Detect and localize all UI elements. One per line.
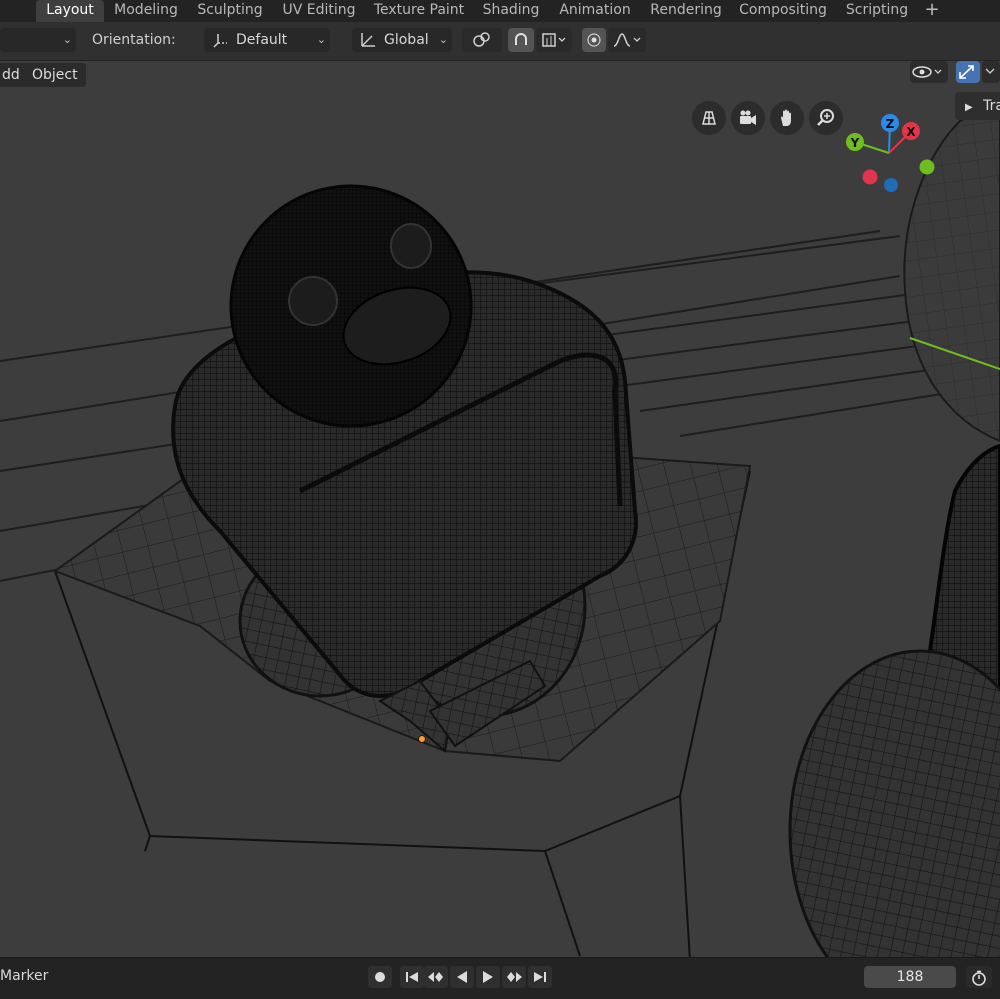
snap-target-dropdown[interactable] [536,28,572,52]
tab-compositing[interactable]: Compositing [734,0,832,22]
magnifier-zoom-icon [817,109,834,126]
right-eye-mesh [390,223,432,269]
chevron-down-icon: ⌄ [316,33,326,46]
next-keyframe-icon [507,972,522,982]
tab-layout[interactable]: Layout [36,0,104,22]
record-button[interactable] [368,966,392,988]
gizmo-toggle[interactable] [956,61,980,83]
gizmo-x-label: X [906,125,916,139]
pivot-point-icon [473,32,490,47]
gizmo-z-label: Z [886,117,895,131]
global-axes-icon [361,33,375,47]
chevron-down-icon: ⌄ [62,33,72,46]
snap-toggle-button[interactable] [508,28,534,52]
zoom-view-button[interactable] [809,101,843,135]
gizmo-y-label: Y [850,136,860,150]
gizmo-neg-x-axis[interactable] [862,169,878,185]
camera-view-button[interactable] [731,101,765,135]
current-frame-field[interactable]: 188 [864,966,956,988]
jump-start-icon [406,972,418,982]
orientation-axes-icon [213,34,227,48]
tab-sculpting[interactable]: Sculpting [190,0,270,22]
pivot-point-button[interactable] [462,28,502,52]
left-eye-mesh [288,276,338,326]
sidebar-tab-label: Tra [983,98,1000,114]
orientation-value: Default [236,32,288,48]
play-reverse-icon [457,971,467,983]
triangle-right-icon: ▶ [965,102,973,113]
toggle-perspective-button[interactable] [692,101,726,135]
add-workspace-icon[interactable]: + [920,0,944,22]
stopwatch-icon [972,970,986,986]
timeline-bar: Marker 188 [0,957,1000,999]
gizmo-neg-y-axis[interactable] [919,159,935,175]
orientation-label: Orientation: [92,32,176,48]
chevron-down-icon [985,68,995,74]
falloff-curve-icon [613,33,641,47]
hand-icon [781,109,791,126]
tab-animation[interactable]: Animation [552,0,638,22]
play-reverse-button[interactable] [450,966,474,988]
visibility-dropdown[interactable] [910,61,948,83]
proportional-edit-toggle[interactable] [582,28,606,52]
3d-viewport[interactable]: dd Object ▶ Tra Z X Y [0,61,1000,957]
second-limb-mesh [788,649,1000,957]
record-icon [375,972,385,982]
gizmo-icon [959,65,974,79]
transform-space-value: Global [384,32,429,48]
play-icon [483,971,493,983]
prev-keyframe-icon [428,972,443,982]
navigation-gizmo[interactable]: Z X Y [840,109,940,199]
viewport-header: ⌄ Orientation: Default ⌄ Global ⌄ [0,22,1000,61]
falloff-dropdown[interactable] [608,28,646,52]
tab-rendering[interactable]: Rendering [644,0,728,22]
magnet-icon [515,33,527,45]
tab-texture-paint[interactable]: Texture Paint [368,0,470,22]
prev-keyframe-button[interactable] [424,966,448,988]
gizmo-dropdown[interactable] [982,61,1000,83]
proportional-edit-icon [587,33,601,47]
object-menu[interactable]: Object [24,63,86,87]
tab-modeling[interactable]: Modeling [108,0,184,22]
mode-dropdown[interactable]: ⌄ [0,28,76,52]
jump-start-button[interactable] [400,966,424,988]
jump-end-icon [534,972,546,982]
eye-icon [912,66,942,78]
jump-end-button[interactable] [528,966,552,988]
object-origin-point[interactable] [418,735,426,743]
transform-orientation-dropdown[interactable]: Global ⌄ [352,28,452,52]
pan-view-button[interactable] [770,101,804,135]
blender-window: o Layout Modeling Sculpting UV Editing T… [0,0,1000,999]
marker-menu[interactable]: Marker [0,968,48,984]
snap-increment-icon [542,33,566,47]
gizmo-neg-z-axis[interactable] [884,178,898,192]
next-keyframe-button[interactable] [502,966,526,988]
play-button[interactable] [476,966,500,988]
camera-icon [740,110,756,125]
orientation-dropdown[interactable]: Default ⌄ [204,28,330,52]
tab-uv-editing[interactable]: UV Editing [276,0,362,22]
sidebar-tab-transform[interactable]: ▶ Tra [955,92,1000,120]
tab-shading[interactable]: Shading [476,0,546,22]
workspace-tab-bar: o Layout Modeling Sculpting UV Editing T… [0,0,1000,22]
grid-perspective-icon [702,111,716,125]
playback-timer-button[interactable] [966,966,992,988]
app-menu-fragment[interactable]: o [0,0,6,22]
chevron-down-icon: ⌄ [438,33,448,46]
tab-scripting[interactable]: Scripting [838,0,916,22]
